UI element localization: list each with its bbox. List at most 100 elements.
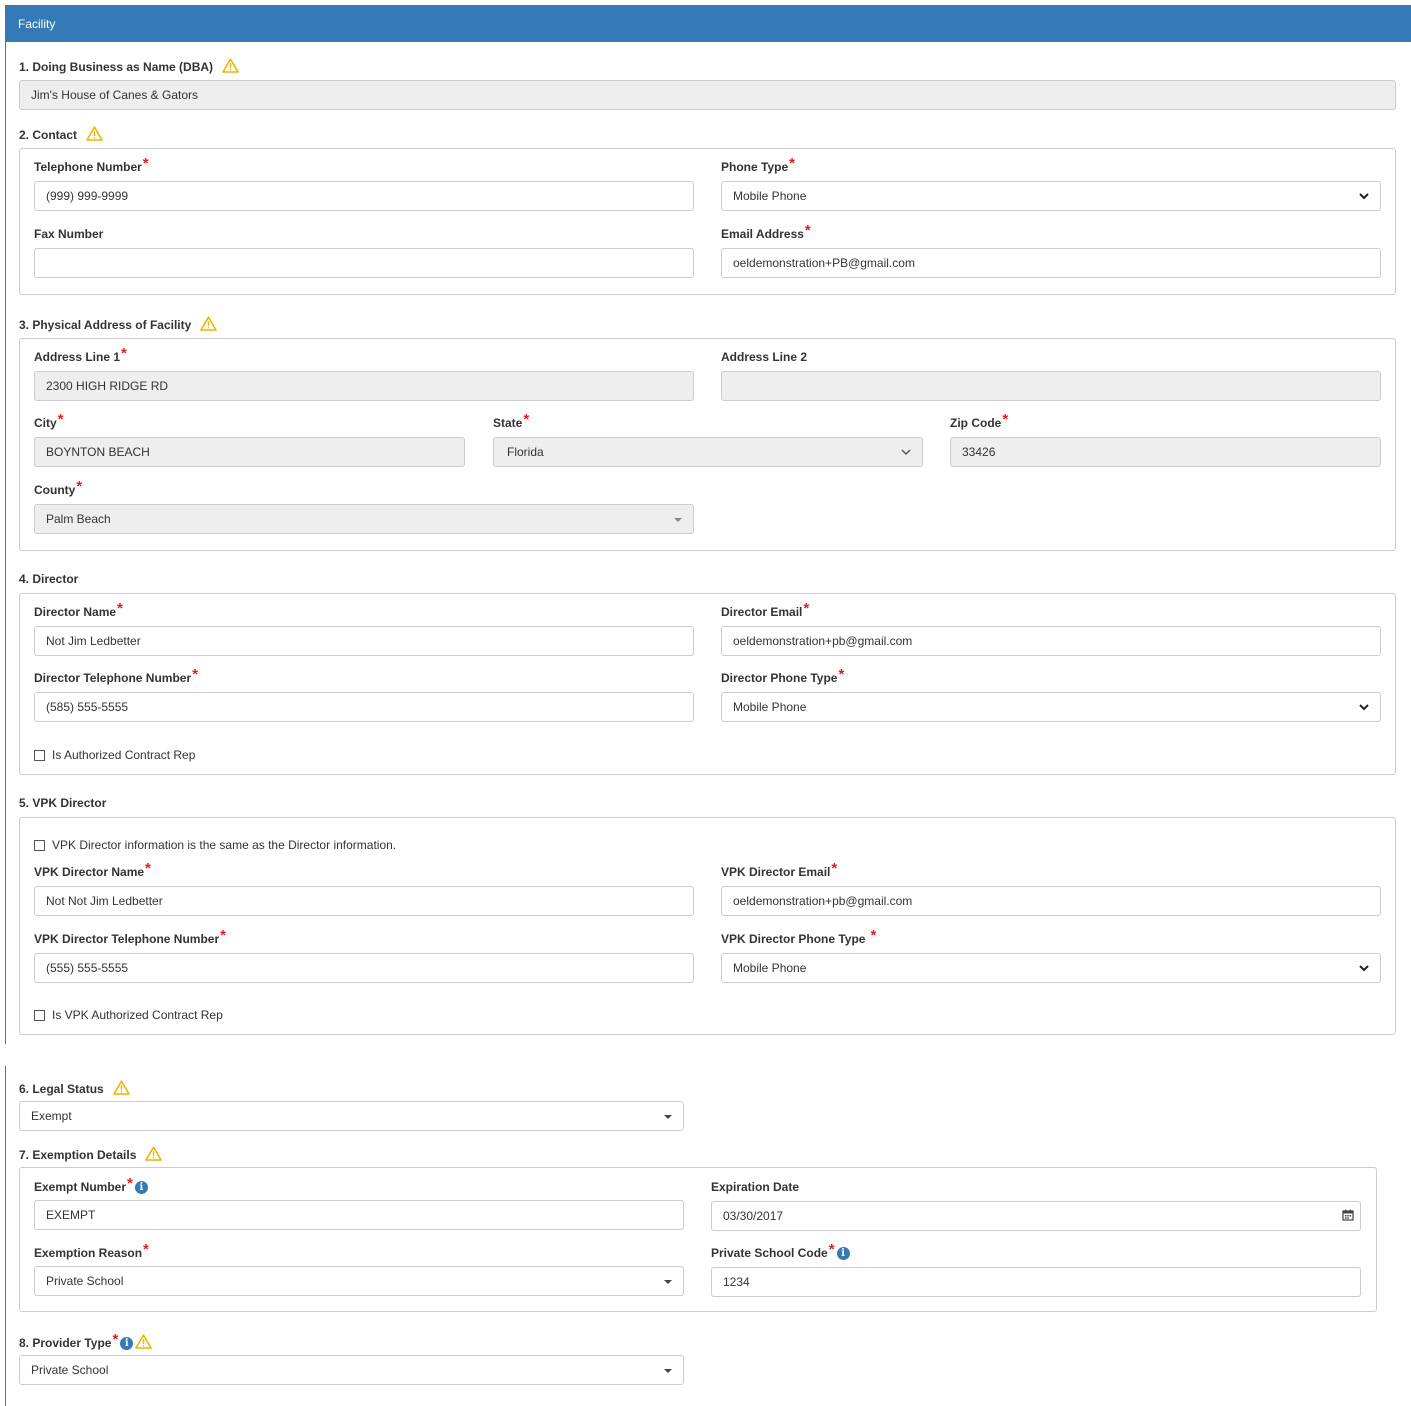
- authorized-rep-row: Is Authorized Contract Rep: [34, 748, 195, 762]
- warning-icon: [145, 1146, 163, 1164]
- required-marker: *: [76, 478, 83, 495]
- email-input[interactable]: oeldemonstration+PB@gmail.com: [721, 248, 1381, 278]
- expiration-date-label: Expiration Date: [711, 1180, 800, 1194]
- vpk-phone-type-label: VPK Director Phone Type *: [721, 927, 877, 946]
- provider-type-select[interactable]: Private School: [19, 1355, 684, 1385]
- exempt-number-input[interactable]: EXEMPT: [34, 1200, 684, 1230]
- director-name-label: Director Name *: [34, 600, 123, 619]
- required-marker: *: [220, 927, 226, 944]
- county-select[interactable]: Palm Beach: [34, 504, 694, 534]
- caret-down-icon: [664, 1115, 672, 1119]
- dba-input[interactable]: Jim's House of Canes & Gators: [19, 80, 1396, 110]
- calendar-icon: [1341, 1209, 1354, 1224]
- section-physical-title: 3. Physical Address of Facility: [19, 316, 218, 334]
- header-title: Facility: [18, 17, 56, 31]
- required-marker: *: [838, 666, 845, 683]
- director-email-label: Director Email *: [721, 600, 810, 619]
- director-panel: [19, 593, 1396, 775]
- required-marker: *: [789, 155, 795, 172]
- section-provider-title: 8. Provider Type * i: [19, 1331, 153, 1352]
- section-legal-title: 6. Legal Status: [19, 1080, 130, 1098]
- facility-header: Facility: [5, 5, 1411, 42]
- vpk-phone-type-select[interactable]: Mobile Phone: [721, 953, 1381, 983]
- info-icon[interactable]: i: [836, 1246, 850, 1260]
- required-marker: *: [57, 411, 64, 428]
- required-marker: *: [142, 155, 149, 172]
- zip-input[interactable]: 33426: [950, 437, 1381, 467]
- legal-status-select[interactable]: Exempt: [19, 1101, 684, 1131]
- address-line2-input[interactable]: [721, 371, 1381, 401]
- fax-input[interactable]: [34, 248, 694, 278]
- director-name-input[interactable]: Not Jim Ledbetter: [34, 626, 694, 656]
- warning-icon: [86, 126, 103, 144]
- director-email-input[interactable]: oeldemonstration+pb@gmail.com: [721, 626, 1381, 656]
- phone-label: Telephone Number *: [34, 155, 149, 174]
- state-select[interactable]: Florida: [493, 437, 923, 467]
- info-icon[interactable]: i: [120, 1336, 134, 1350]
- warning-icon: [222, 58, 239, 76]
- required-marker: *: [828, 1241, 835, 1258]
- phone-type-select[interactable]: Mobile Phone: [721, 181, 1381, 211]
- chevron-down-icon: [1358, 961, 1370, 978]
- section-vpk-title: 5. VPK Director: [19, 796, 107, 810]
- address-line1-input[interactable]: 2300 HIGH RIDGE RD: [34, 371, 694, 401]
- caret-down-icon: [664, 1280, 672, 1284]
- phone-input[interactable]: (999) 999-9999: [34, 181, 694, 211]
- exemption-reason-select[interactable]: Private School: [34, 1266, 684, 1296]
- vpk-same-checkbox[interactable]: [34, 839, 45, 851]
- vpk-authorized-rep-row: Is VPK Authorized Contract Rep: [34, 1008, 223, 1022]
- address-line1-label: Address Line 1 *: [34, 345, 127, 364]
- director-phone-type-select[interactable]: Mobile Phone: [721, 692, 1381, 722]
- chevron-down-icon: [1358, 700, 1370, 717]
- required-marker: *: [1002, 411, 1009, 428]
- vpk-name-input[interactable]: Not Not Jim Ledbetter: [34, 886, 694, 916]
- required-marker: *: [523, 411, 530, 428]
- director-phone-type-label: Director Phone Type *: [721, 666, 845, 685]
- section-exemption-title: 7. Exemption Details: [19, 1146, 163, 1164]
- left-border-lower: [5, 1066, 6, 1406]
- required-marker: *: [127, 1175, 133, 1192]
- vpk-name-label: VPK Director Name *: [34, 860, 151, 879]
- exemption-reason-label: Exemption Reason *: [34, 1241, 149, 1260]
- state-label: State *: [493, 411, 530, 430]
- required-marker: *: [145, 860, 151, 877]
- section-dba-title: 1. Doing Business as Name (DBA): [19, 58, 239, 76]
- school-code-input[interactable]: 1234: [711, 1267, 1361, 1297]
- left-border: [5, 42, 6, 1044]
- required-marker: *: [112, 1331, 119, 1348]
- expiration-date-input[interactable]: 03/30/2017: [711, 1201, 1336, 1231]
- phone-type-label: Phone Type *: [721, 155, 795, 174]
- caret-down-icon: [674, 518, 682, 522]
- warning-icon: [200, 316, 218, 334]
- required-marker: *: [192, 666, 198, 683]
- vpk-email-label: VPK Director Email *: [721, 860, 838, 879]
- section-director-title: 4. Director: [19, 572, 79, 586]
- chevron-down-icon: [900, 445, 912, 462]
- caret-down-icon: [664, 1369, 672, 1373]
- city-label: City *: [34, 411, 64, 430]
- director-phone-label: Director Telephone Number *: [34, 666, 198, 685]
- required-marker: *: [143, 1241, 149, 1258]
- calendar-button[interactable]: [1335, 1201, 1361, 1231]
- required-marker: *: [804, 222, 811, 239]
- warning-icon: [135, 1334, 153, 1352]
- authorized-rep-checkbox[interactable]: [34, 749, 45, 761]
- county-label: County *: [34, 478, 83, 497]
- required-marker: *: [117, 600, 123, 617]
- section-contact-title: 2. Contact: [19, 126, 103, 144]
- zip-label: Zip Code *: [950, 411, 1009, 430]
- address-line2-label: Address Line 2: [721, 350, 808, 364]
- director-phone-input[interactable]: (585) 555-5555: [34, 692, 694, 722]
- warning-icon: [112, 1080, 130, 1098]
- vpk-phone-label: VPK Director Telephone Number *: [34, 927, 226, 946]
- info-icon[interactable]: i: [134, 1180, 148, 1194]
- vpk-email-input[interactable]: oeldemonstration+pb@gmail.com: [721, 886, 1381, 916]
- city-input[interactable]: BOYNTON BEACH: [34, 437, 465, 467]
- required-marker: *: [870, 927, 877, 944]
- exempt-number-label: Exempt Number * i: [34, 1175, 148, 1194]
- vpk-phone-input[interactable]: (555) 555-5555: [34, 953, 694, 983]
- school-code-label: Private School Code * i: [711, 1241, 850, 1260]
- required-marker: *: [831, 860, 838, 877]
- required-marker: *: [121, 345, 127, 362]
- vpk-authorized-rep-checkbox[interactable]: [34, 1009, 45, 1021]
